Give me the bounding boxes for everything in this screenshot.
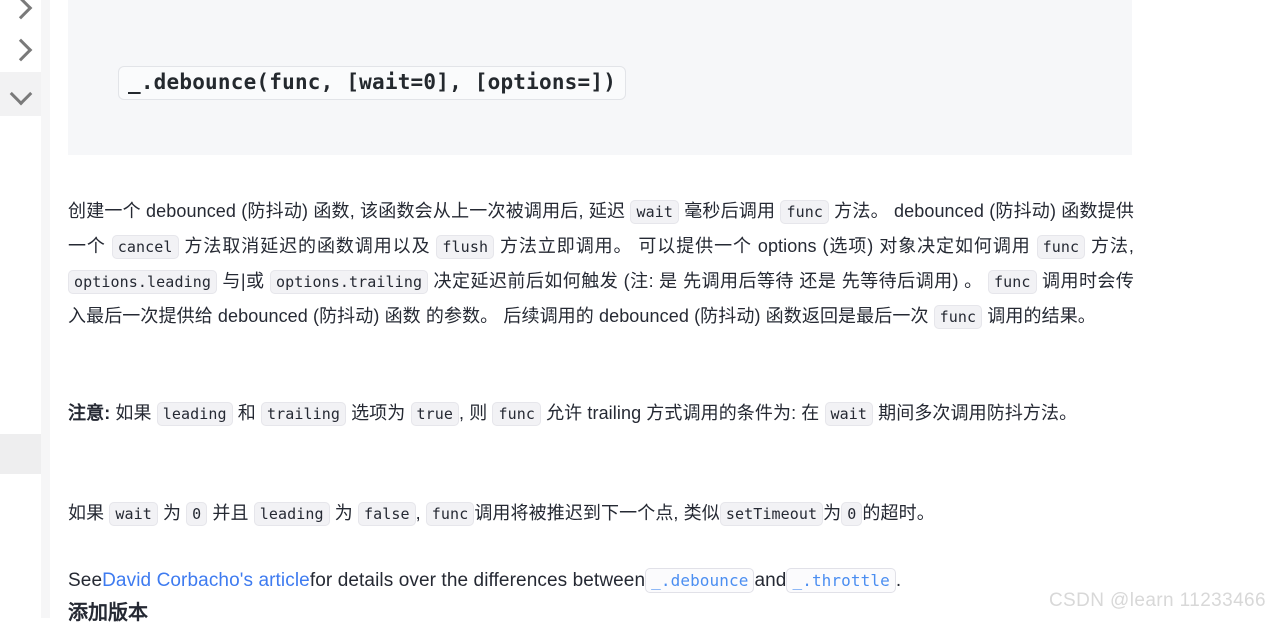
inline-code-trailing: trailing xyxy=(260,402,346,426)
inline-code-link-debounce[interactable]: _.debounce xyxy=(645,568,755,593)
text-run: 与|或 xyxy=(216,271,270,291)
inline-code-true: true xyxy=(410,402,460,426)
chevron-down-icon xyxy=(9,82,32,106)
article-content: _.debounce(func, [wait=0], [options=]) 创… xyxy=(50,0,1275,624)
section-heading-version: 添加版本 xyxy=(68,602,148,624)
code-block-signature: _.debounce(func, [wait=0], [options=]) xyxy=(68,0,1132,155)
chevron-right-icon xyxy=(9,0,32,20)
inline-code-link-throttle[interactable]: _.throttle xyxy=(786,568,896,593)
inline-code-flush: flush xyxy=(436,235,495,259)
sidebar-item-highlight[interactable] xyxy=(0,434,41,474)
inline-code-func: func xyxy=(1036,235,1086,259)
inline-code-zero: 0 xyxy=(186,502,208,526)
text-run: 毫秒后调用 xyxy=(678,201,781,221)
text-run: 如果 xyxy=(110,403,157,423)
text-run: See xyxy=(68,570,103,591)
inline-code-options-trailing: options.trailing xyxy=(269,270,429,294)
text-run: 方法, xyxy=(1085,236,1134,256)
text-run: 允许 trailing 方式调用的条件为: 在 xyxy=(540,403,825,423)
function-signature-text: _.debounce(func, [wait=0], [options=]) xyxy=(118,66,627,100)
text-run: 方法取消延迟的函数调用以及 xyxy=(178,236,437,256)
text-run: 调用的结果。 xyxy=(982,306,1096,326)
text-run: 选项为 xyxy=(345,403,411,423)
text-run: 和 xyxy=(232,403,261,423)
text-run: . xyxy=(895,570,902,591)
text-run: 如果 xyxy=(68,503,110,523)
inline-code-zero: 0 xyxy=(841,502,863,526)
text-run: 方法立即调用。 可以提供一个 options (选项) 对象决定如何调用 xyxy=(494,236,1037,256)
text-run: 为 xyxy=(329,503,358,523)
paragraph-description: 创建一个 debounced (防抖动) 函数, 该函数会从上一次被调用后, 延… xyxy=(68,194,1134,334)
paragraph-wait-zero: 如果 wait 为 0 并且 leading 为 false, func 调用将被… xyxy=(68,496,1134,531)
text-run: 并且 xyxy=(207,503,254,523)
text-run: 调用将被推迟到下一个点, 类似 xyxy=(474,503,720,523)
sidebar-item-expand-3[interactable] xyxy=(0,72,41,116)
inline-code-leading: leading xyxy=(156,402,233,426)
inline-code-func: func xyxy=(988,270,1037,294)
text-run: 决定延迟前后如何触发 (注: 是 先调用后等待 还是 先等待后调用) 。 xyxy=(428,271,989,291)
text-run: 为 xyxy=(823,503,842,523)
inline-code-func: func xyxy=(933,305,983,329)
link-david-corbacho-article[interactable]: David Corbacho's article xyxy=(102,570,310,591)
text-run: , 则 xyxy=(459,403,493,423)
csdn-watermark: CSDN @learn 11233466 xyxy=(1048,590,1266,611)
text-run: , xyxy=(415,503,426,523)
vertical-scrollbar-track[interactable] xyxy=(41,0,91,618)
chevron-right-icon xyxy=(9,38,32,62)
inline-code-false: false xyxy=(357,502,416,526)
paragraph-see-article: SeeDavid Corbacho's articlefor details o… xyxy=(68,564,1134,598)
note-label: 注意: xyxy=(68,403,111,423)
inline-code-wait: wait xyxy=(630,200,679,224)
paragraph-note: 注意: 如果 leading 和 trailing 选项为 true, 则 fu… xyxy=(68,396,1134,431)
text-run: 创建一个 debounced (防抖动) 函数, 该函数会从上一次被调用后, 延… xyxy=(68,201,631,221)
left-sidebar-rail xyxy=(0,0,41,618)
sidebar-item-collapse-1[interactable] xyxy=(0,0,41,30)
inline-code-leading: leading xyxy=(253,502,330,526)
inline-code-func: func xyxy=(780,200,829,224)
inline-code-settimeout: setTimeout xyxy=(719,502,824,526)
text-run: 的超时。 xyxy=(862,503,935,523)
text-run: and xyxy=(754,570,787,591)
sidebar-item-collapse-2[interactable] xyxy=(0,28,41,72)
inline-code-cancel: cancel xyxy=(111,235,179,259)
inline-code-func: func xyxy=(425,502,475,526)
inline-code-options-leading: options.leading xyxy=(68,270,217,294)
text-run: for details over the differences between xyxy=(309,570,646,591)
inline-code-wait: wait xyxy=(109,502,158,526)
text-run: 期间多次调用防抖方法。 xyxy=(873,403,1078,423)
inline-code-func: func xyxy=(492,402,541,426)
text-run: 为 xyxy=(157,503,187,523)
inline-code-wait: wait xyxy=(824,402,874,426)
